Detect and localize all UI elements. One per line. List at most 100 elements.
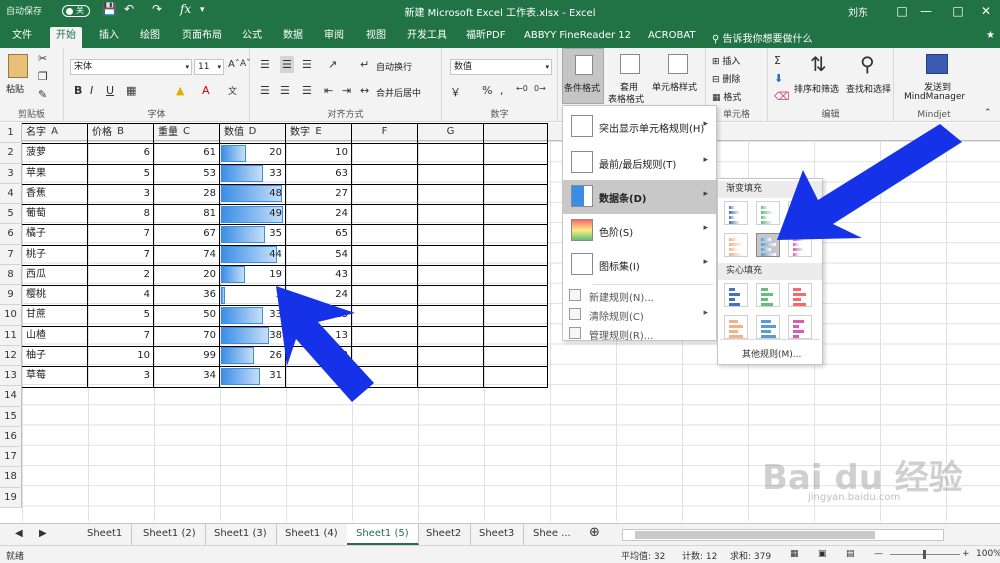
- row-header[interactable]: 17: [0, 447, 22, 468]
- menu-clear-rules[interactable]: 清除规则(C) ▸: [563, 305, 716, 324]
- font-size-select[interactable]: 11 ▾: [194, 59, 224, 75]
- merge-icon[interactable]: ↔: [360, 84, 369, 97]
- row-header[interactable]: 12: [0, 345, 22, 366]
- tab-page-layout[interactable]: 页面布局: [176, 27, 228, 48]
- collapse-ribbon-icon[interactable]: ⌃: [984, 108, 992, 118]
- comma-button[interactable]: ,: [500, 84, 504, 97]
- row-header[interactable]: 11: [0, 325, 22, 346]
- column-header-f[interactable]: F: [352, 123, 418, 141]
- number-format-select[interactable]: 数值 ▾: [450, 59, 552, 75]
- underline-button[interactable]: U: [106, 84, 114, 97]
- qat-customize-icon[interactable]: ▾: [200, 5, 205, 15]
- solid-fill-swatch[interactable]: [788, 283, 812, 307]
- insert-function-icon[interactable]: fx: [180, 2, 191, 16]
- table-cell[interactable]: 8: [88, 204, 154, 224]
- gradient-fill-swatch[interactable]: [756, 233, 780, 257]
- mindmanager-icon[interactable]: [926, 54, 948, 74]
- tab-foxit-pdf[interactable]: 福昕PDF: [460, 27, 511, 48]
- increase-font-icon[interactable]: Aˆ: [228, 59, 240, 70]
- table-cell[interactable]: 10: [88, 346, 154, 366]
- decrease-indent-icon[interactable]: ⇤: [324, 84, 333, 97]
- table-cell[interactable]: 33: [220, 305, 286, 325]
- table-cell[interactable]: 葡萄: [22, 204, 88, 224]
- insert-cells-button[interactable]: ⊞ 插入: [712, 54, 740, 67]
- table-cell[interactable]: 2: [88, 265, 154, 285]
- table-cell[interactable]: 7: [88, 326, 154, 346]
- row-header[interactable]: 5: [0, 204, 22, 225]
- menu-color-scales[interactable]: 色阶(S) ▸: [563, 214, 716, 248]
- align-middle-icon[interactable]: ☰: [280, 56, 294, 73]
- table-cell[interactable]: 34: [154, 366, 220, 386]
- currency-icon[interactable]: ￥: [450, 84, 461, 100]
- table-cell[interactable]: 20: [220, 143, 286, 163]
- table-cell[interactable]: 48: [220, 184, 286, 204]
- gradient-fill-swatch[interactable]: [788, 233, 812, 257]
- font-color-icon[interactable]: A: [202, 84, 210, 97]
- table-cell[interactable]: 西瓜: [22, 265, 88, 285]
- row-header[interactable]: 18: [0, 467, 22, 488]
- table-cell[interactable]: 13: [286, 305, 352, 325]
- wrap-text-button[interactable]: 自动换行: [376, 60, 412, 73]
- increase-decimal-icon[interactable]: ←0: [516, 84, 528, 93]
- row-header[interactable]: 6: [0, 224, 22, 245]
- row-header[interactable]: 13: [0, 366, 22, 387]
- menu-highlight-cells-rules[interactable]: 突出显示单元格规则(H) ▸: [563, 110, 716, 144]
- table-cell[interactable]: 5: [88, 305, 154, 325]
- table-cell[interactable]: 橘子: [22, 224, 88, 244]
- table-cell[interactable]: 33: [220, 164, 286, 184]
- redo-icon[interactable]: ↷: [152, 2, 162, 16]
- row-header[interactable]: 7: [0, 244, 22, 265]
- decrease-decimal-icon[interactable]: 0→: [534, 84, 546, 93]
- table-cell[interactable]: 54: [286, 245, 352, 265]
- wrap-text-icon[interactable]: ↵: [360, 58, 369, 71]
- paste-button[interactable]: 粘贴: [6, 82, 24, 95]
- tab-abbyy[interactable]: ABBYY FineReader 12: [518, 27, 637, 48]
- align-left-icon[interactable]: ☰: [260, 84, 270, 97]
- table-cell[interactable]: 81: [154, 204, 220, 224]
- page-layout-view-icon[interactable]: ▣: [818, 549, 827, 559]
- menu-manage-rules[interactable]: 管理规则(R)...: [563, 324, 716, 343]
- sheet-tab-7[interactable]: Sheet3: [470, 524, 525, 545]
- scroll-tabs-right-icon[interactable]: ▶: [30, 524, 56, 545]
- zoom-level[interactable]: 100%: [976, 549, 1000, 559]
- paste-icon[interactable]: [8, 54, 28, 78]
- sort-filter-icon[interactable]: ⇅: [810, 52, 827, 76]
- tab-formulas[interactable]: 公式: [236, 27, 268, 48]
- table-cell[interactable]: 35: [220, 224, 286, 244]
- table-cell[interactable]: 74: [154, 245, 220, 265]
- add-sheet-icon[interactable]: ⊕: [580, 524, 609, 545]
- table-cell[interactable]: 3: [88, 184, 154, 204]
- align-top-icon[interactable]: ☰: [260, 58, 270, 71]
- table-cell[interactable]: 24: [286, 285, 352, 305]
- table-cell[interactable]: 33: [286, 346, 352, 366]
- row-header[interactable]: 1: [0, 123, 22, 144]
- find-select-icon[interactable]: ⚲: [860, 52, 875, 76]
- table-cell[interactable]: 桃子: [22, 245, 88, 265]
- table-cell[interactable]: 70: [154, 326, 220, 346]
- italic-button[interactable]: I: [90, 84, 93, 97]
- row-header[interactable]: 19: [0, 487, 22, 508]
- increase-indent-icon[interactable]: ⇥: [342, 84, 351, 97]
- tab-file[interactable]: 文件: [6, 27, 38, 48]
- table-cell[interactable]: 61: [154, 143, 220, 163]
- table-cell[interactable]: 19: [220, 265, 286, 285]
- tab-review[interactable]: 审阅: [318, 27, 350, 48]
- borders-icon[interactable]: ▦: [126, 84, 136, 97]
- page-break-view-icon[interactable]: ▤: [846, 549, 855, 559]
- merge-center-button[interactable]: 合并后居中: [376, 86, 421, 99]
- solid-fill-swatch[interactable]: [724, 283, 748, 307]
- clear-icon[interactable]: ⌫: [774, 90, 790, 103]
- solid-fill-swatch[interactable]: [788, 315, 812, 339]
- normal-view-icon[interactable]: ▦: [790, 549, 799, 559]
- horizontal-scrollbar[interactable]: [622, 529, 944, 541]
- column-header-g[interactable]: G: [418, 123, 484, 141]
- row-header[interactable]: 8: [0, 264, 22, 285]
- maximize-button[interactable]: □: [944, 1, 972, 21]
- undo-icon[interactable]: ↶: [124, 2, 134, 16]
- delete-cells-button[interactable]: ⊟ 删除: [712, 72, 740, 85]
- tab-home[interactable]: 开始: [50, 27, 82, 48]
- table-cell[interactable]: 27: [286, 184, 352, 204]
- send-to-mindmanager-label[interactable]: MindManager: [904, 92, 965, 102]
- sheet-tab-8[interactable]: Shee ...: [524, 524, 580, 545]
- sheet-tab-4[interactable]: Sheet1 (4): [276, 524, 348, 545]
